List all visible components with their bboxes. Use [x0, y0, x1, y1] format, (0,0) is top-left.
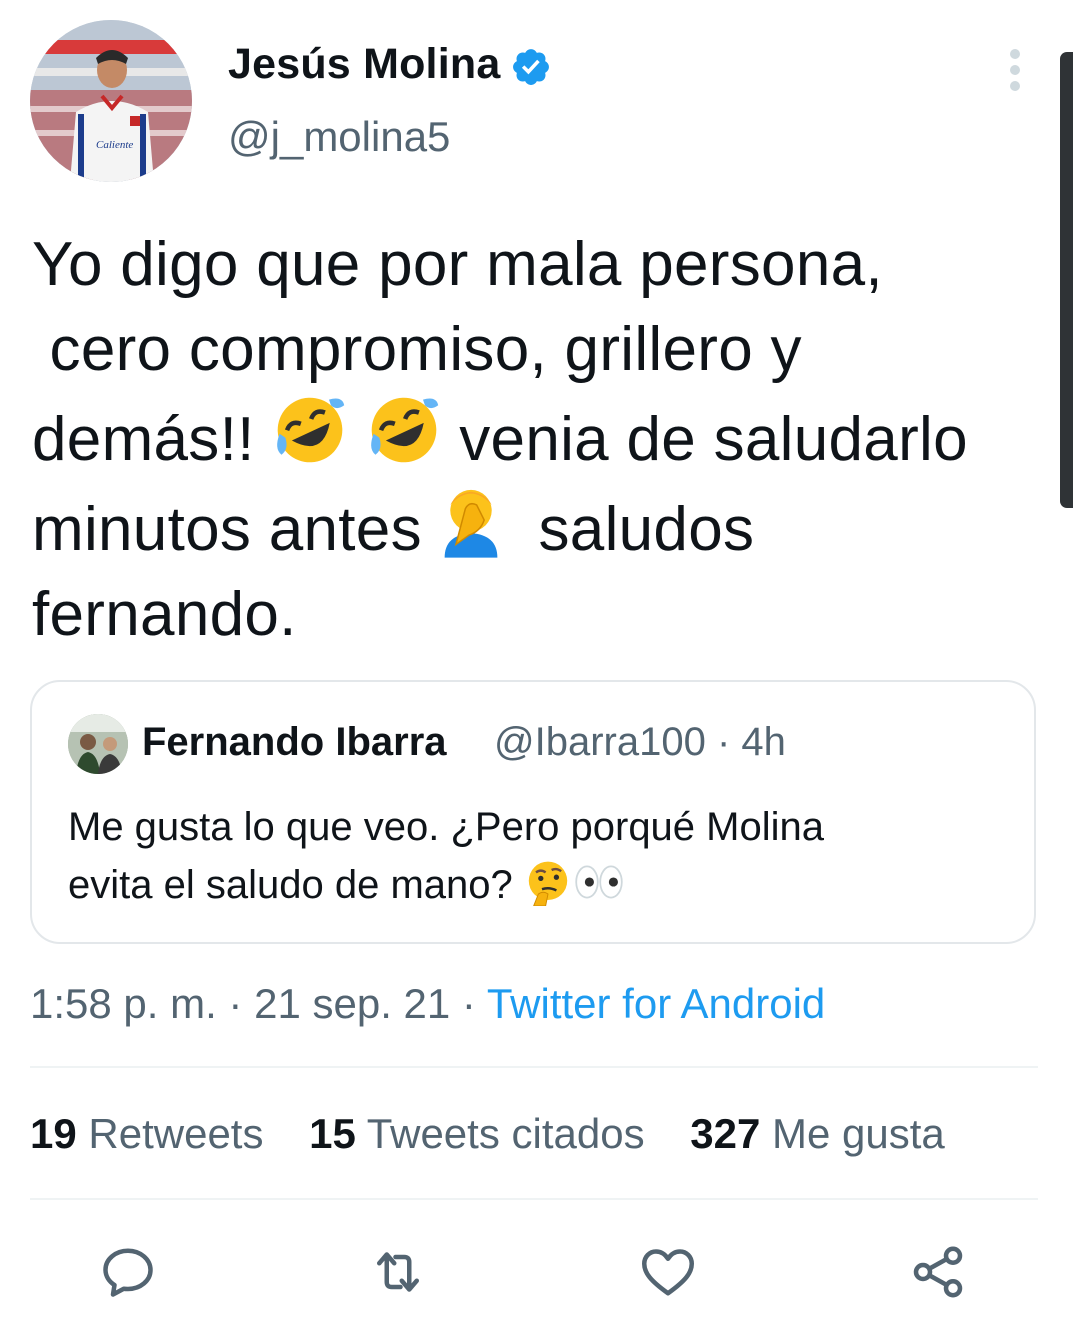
quote-tweets-stat[interactable]: 15 Tweets citados [309, 1110, 644, 1157]
like-button[interactable] [638, 1242, 698, 1302]
tweet-text: Yo digo que por mala persona, cero compr… [32, 230, 968, 649]
quoted-author-meta: @Ibarra100 · 4h [494, 720, 786, 764]
tweet-source-link[interactable]: Twitter for Android [487, 980, 825, 1027]
quoted-author-avatar[interactable] [68, 714, 128, 774]
timestamp-date[interactable]: 1:58 p. m. · 21 sep. 21 · [30, 980, 487, 1027]
share-button[interactable] [908, 1242, 968, 1302]
retweet-icon [377, 1252, 419, 1292]
quoted-author-name[interactable]: Fernando Ibarra [142, 720, 447, 765]
like-icon [642, 1249, 694, 1296]
divider [30, 1198, 1038, 1200]
rolling-laughing-emoji-icon [370, 397, 438, 463]
author-display-name[interactable]: Jesús Molina [228, 40, 500, 89]
share-icon [913, 1246, 963, 1298]
quoted-tweet-text: Me gusta lo que veo. ¿Pero porqué Molina… [68, 805, 824, 907]
author-handle[interactable]: @j_molina5 [228, 113, 450, 161]
likes-stat[interactable]: 327 Me gusta [690, 1110, 945, 1157]
retweets-stat[interactable]: 19 Retweets [30, 1110, 263, 1157]
retweet-button[interactable] [368, 1242, 428, 1302]
facepalm-emoji-icon [445, 489, 498, 558]
verified-badge-icon [513, 49, 549, 85]
rolling-laughing-emoji-icon [277, 397, 345, 463]
screen-edge-bar [1060, 52, 1073, 508]
eyes-emoji-icon [575, 865, 623, 899]
thinking-face-emoji-icon [528, 861, 568, 906]
author-avatar[interactable]: Caliente [30, 20, 192, 182]
quoted-tweet-card[interactable]: Fernando Ibarra @Ibarra100 · 4h Me gusta… [30, 680, 1036, 944]
reply-button[interactable] [98, 1242, 158, 1302]
engagement-stats: 19 Retweets 15 Tweets citados 327 Me gus… [30, 1110, 979, 1158]
more-options-icon[interactable] [1000, 48, 1030, 92]
svg-text:Caliente: Caliente [96, 139, 133, 151]
tweet-timestamp: 1:58 p. m. · 21 sep. 21 · Twitter for An… [30, 980, 825, 1028]
reply-icon [103, 1248, 153, 1297]
divider [30, 1066, 1038, 1068]
